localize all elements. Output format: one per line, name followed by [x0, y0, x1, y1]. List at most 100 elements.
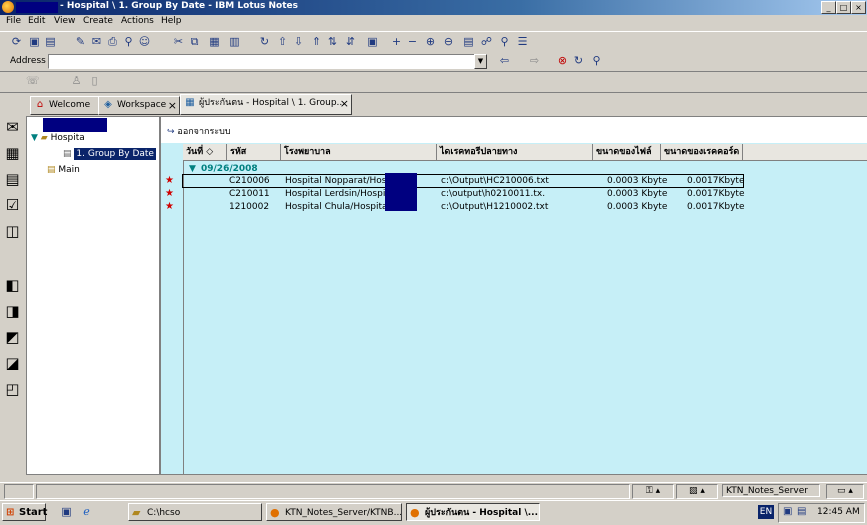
- clipboard-icon[interactable]: ▥: [228, 35, 241, 48]
- task-notes-server[interactable]: ● KTN_Notes_Server/KTNB...: [266, 503, 402, 521]
- print-icon[interactable]: ⎙: [106, 35, 119, 48]
- refresh-page-icon[interactable]: ↻: [572, 54, 585, 67]
- expand-icon[interactable]: ⇅: [326, 35, 339, 48]
- row-recsize: 0.0017Kbyte: [687, 189, 745, 199]
- monitor-icon[interactable]: ▤: [797, 506, 806, 517]
- applications-bookmark-icon[interactable]: ◩: [3, 328, 22, 347]
- menu-file[interactable]: File: [6, 16, 21, 26]
- open-icon[interactable]: ▤: [44, 35, 57, 48]
- maximize-button[interactable]: □: [836, 1, 851, 14]
- menu-view[interactable]: View: [54, 16, 75, 26]
- refresh-icon[interactable]: ⟳: [10, 35, 23, 48]
- reload-icon[interactable]: ↻: [258, 35, 271, 48]
- mail-icon[interactable]: ✉: [90, 35, 103, 48]
- key-icon[interactable]: ⚿ ▴: [632, 484, 674, 499]
- address-dropdown-icon[interactable]: ▼: [474, 54, 487, 69]
- lotus-notes-app-icon[interactable]: [2, 1, 14, 13]
- category-row[interactable]: ▼ 09/26/2008: [183, 163, 867, 175]
- address-input[interactable]: [48, 54, 482, 69]
- list-icon[interactable]: ☰: [516, 35, 529, 48]
- forward-icon[interactable]: ⇨: [528, 54, 541, 67]
- chat-icon[interactable]: ☏: [26, 74, 40, 87]
- tab-welcome[interactable]: ⌂ Welcome: [30, 96, 108, 115]
- toolbar: ⟳ ▣ ▤ ✎ ✉ ⎙ ⚲ ☺ ✂ ⧉ ▦ ▥ ↻ ⇧ ⇩ ⇑ ⇅ ⇵ ▣ + …: [0, 31, 867, 54]
- menu-bar: File Edit View Create Actions Help: [0, 15, 867, 30]
- table-row[interactable]: C210011 Hospital Lerdsin/Hospital c:\out…: [183, 188, 867, 200]
- logout-action-button[interactable]: ↪ ออกจากระบบ: [167, 124, 231, 138]
- tab-label: Workspace: [117, 100, 167, 110]
- browser-icon[interactable]: ℯ: [80, 505, 93, 518]
- databases-bookmark-icon[interactable]: ◧: [3, 276, 22, 295]
- search-web-icon[interactable]: ⚲: [590, 54, 603, 67]
- stop-icon[interactable]: ⊗: [556, 54, 569, 67]
- address-bar: Address ▼ ⇦ ⇨ ⊗ ↻ ⚲: [0, 53, 867, 72]
- mail-bookmark-icon[interactable]: ✉: [3, 118, 22, 137]
- copy-icon[interactable]: ⧉: [188, 35, 201, 48]
- edit-icon[interactable]: ✎: [74, 35, 87, 48]
- start-button[interactable]: ⊞ Start: [2, 503, 47, 521]
- clock[interactable]: 12:45 AM: [817, 507, 860, 517]
- show-desktop-icon[interactable]: ▣: [60, 505, 73, 518]
- menu-help[interactable]: Help: [161, 16, 182, 26]
- user-icon[interactable]: ☺: [138, 35, 151, 48]
- minimize-button[interactable]: _: [821, 1, 836, 14]
- status-cell[interactable]: [4, 484, 34, 499]
- collapse-icon[interactable]: ⇵: [344, 35, 357, 48]
- task-explorer[interactable]: ▰ C:\hcso: [128, 503, 262, 521]
- table-row[interactable]: C210006 Hospital Nopparat/Hospital c:\Ou…: [182, 174, 745, 188]
- location-icon[interactable]: ▧ ▴: [676, 484, 718, 499]
- close-tab-icon[interactable]: ×: [168, 97, 177, 114]
- minus-icon[interactable]: −: [406, 35, 419, 48]
- table-icon[interactable]: ▤: [462, 35, 475, 48]
- plus-icon[interactable]: +: [390, 35, 403, 48]
- more-bookmarks-icon[interactable]: ◰: [3, 380, 22, 399]
- menu-actions[interactable]: Actions: [121, 16, 154, 26]
- mail-status-icon[interactable]: ▭ ▴: [826, 484, 864, 499]
- nav-item-group-by-date[interactable]: ▤ 1. Group By Date: [63, 147, 157, 161]
- sort-icon[interactable]: ◇: [206, 147, 213, 157]
- todo-bookmark-icon[interactable]: ☑: [3, 196, 22, 215]
- history-bookmark-icon[interactable]: ◪: [3, 354, 22, 373]
- task-lotus-notes[interactable]: ● ผู้ประกันตน - Hospital \...: [406, 503, 540, 521]
- expand-triangle-icon[interactable]: ▼: [31, 133, 38, 143]
- view-icon[interactable]: ▣: [366, 35, 379, 48]
- server-selector[interactable]: KTN_Notes_Server: [722, 484, 820, 497]
- replicator-bookmark-icon[interactable]: ◫: [3, 222, 22, 241]
- up-arrow-icon[interactable]: ⇧: [276, 35, 289, 48]
- col-header-code[interactable]: รหัส: [227, 144, 281, 160]
- document-icon[interactable]: ▯: [88, 74, 101, 87]
- status-bar: ⚿ ▴ ▧ ▴ KTN_Notes_Server ▭ ▴: [0, 482, 867, 500]
- language-indicator[interactable]: EN: [758, 505, 774, 519]
- col-header-directory[interactable]: ไดเรคทอรีปลายทาง: [437, 144, 593, 160]
- back-icon[interactable]: ⇦: [498, 54, 511, 67]
- menu-create[interactable]: Create: [83, 16, 113, 26]
- col-header-recordsize[interactable]: ขนาดของเรคคอร์ด: [661, 144, 743, 160]
- expand-all-icon[interactable]: ⊕: [424, 35, 437, 48]
- tab-hospital-view[interactable]: ▦ ผู้ประกันตน - Hospital \ 1. Group... ×: [180, 94, 352, 115]
- tab-workspace[interactable]: ◈ Workspace ×: [98, 96, 180, 115]
- col-header-hospital[interactable]: โรงพยาบาล: [281, 144, 437, 160]
- search-icon[interactable]: ⚲: [122, 35, 135, 48]
- binoculars-icon[interactable]: ☍: [480, 35, 493, 48]
- network-icon[interactable]: ▣: [783, 506, 792, 517]
- close-button[interactable]: ×: [851, 1, 866, 14]
- person-icon[interactable]: ♙: [70, 74, 83, 87]
- close-tab-icon[interactable]: ×: [340, 95, 349, 112]
- favorites-bookmark-icon[interactable]: ◨: [3, 302, 22, 321]
- menu-edit[interactable]: Edit: [28, 16, 45, 26]
- collapse-all-icon[interactable]: ⊖: [442, 35, 455, 48]
- table-row[interactable]: 1210002 Hospital Chula/Hospital/1 c:\Out…: [183, 201, 867, 213]
- nav-item-main[interactable]: ▤ Main: [47, 163, 157, 177]
- calendar-bookmark-icon[interactable]: ▦: [3, 144, 22, 163]
- save-icon[interactable]: ▣: [28, 35, 41, 48]
- nav-folder-hospital[interactable]: ▼ ▰ Hospita: [31, 131, 157, 145]
- prev-icon[interactable]: ⇑: [310, 35, 323, 48]
- zoom-icon[interactable]: ⚲: [498, 35, 511, 48]
- cut-icon[interactable]: ✂: [172, 35, 185, 48]
- col-header-filesize[interactable]: ขนาดของไฟล์: [593, 144, 661, 160]
- paste-icon[interactable]: ▦: [208, 35, 221, 48]
- down-arrow-icon[interactable]: ⇩: [292, 35, 305, 48]
- expand-triangle-icon[interactable]: ▼: [189, 163, 196, 175]
- col-header-date[interactable]: วันที่ ◇: [183, 144, 227, 160]
- contacts-bookmark-icon[interactable]: ▤: [3, 170, 22, 189]
